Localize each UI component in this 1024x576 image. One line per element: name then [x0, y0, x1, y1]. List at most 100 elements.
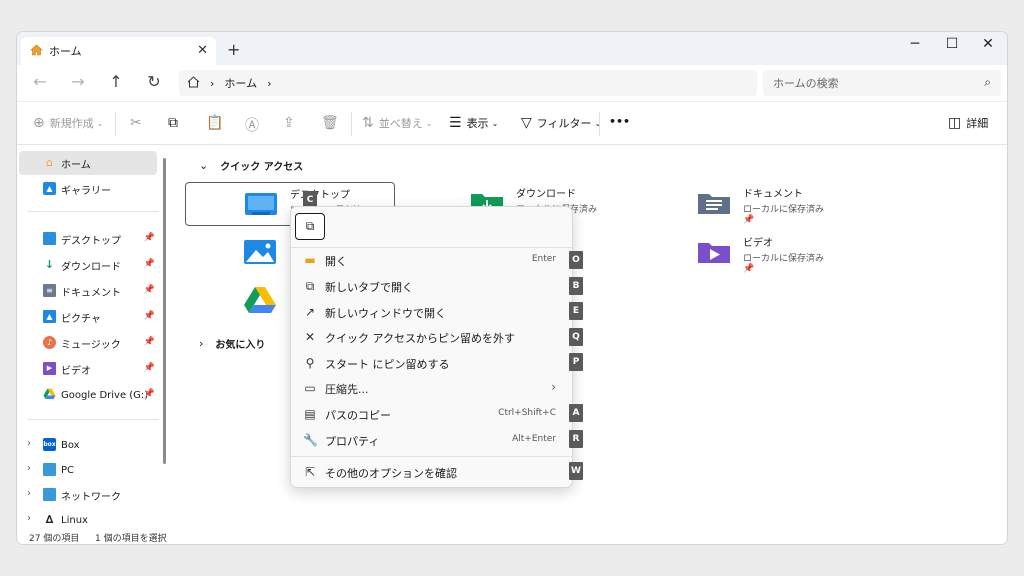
- pc-icon: [43, 463, 56, 476]
- menu-item-unpin-quick-access[interactable]: ✕ クイック アクセスからピン留めを外す: [295, 325, 568, 349]
- sidebar-item-downloads[interactable]: ↓ ダウンロード 📌: [19, 253, 157, 277]
- filter-button[interactable]: ▽ フィルター ⌄: [521, 115, 601, 131]
- chevron-right-icon: ›: [27, 438, 31, 449]
- pin-icon: 📌: [143, 311, 155, 321]
- sidebar-item-gallery[interactable]: ▲ ギャラリー: [19, 177, 157, 201]
- forward-button[interactable]: →: [67, 72, 89, 91]
- toolbar-divider: [351, 112, 352, 136]
- breadcrumb-chevron[interactable]: ›: [267, 77, 271, 90]
- view-label: 表示: [466, 117, 489, 130]
- menu-item-open[interactable]: ▬ 開く Enter: [295, 248, 568, 272]
- keytip-properties: R: [569, 430, 583, 448]
- new-window-icon: ↗: [304, 305, 316, 319]
- new-button[interactable]: ⊕ 新規作成 ⌄: [33, 115, 103, 131]
- sidebar-item-label: Box: [61, 439, 80, 451]
- sidebar-item-pictures[interactable]: ▲ ピクチャ 📌: [19, 305, 157, 329]
- pin-icon: 📌: [143, 389, 155, 399]
- download-icon: ↓: [44, 258, 55, 271]
- context-menu: ⧉ ▬ 開く Enter ⧉ 新しいタブで開く ↗ 新しいウィンドウで開く ✕ …: [290, 206, 573, 488]
- filter-label: フィルター: [536, 117, 592, 130]
- copy-button[interactable]: ⧉: [168, 115, 183, 131]
- quick-access-header[interactable]: ⌄ クイック アクセス: [199, 158, 303, 173]
- sort-icon: ⇅: [362, 115, 374, 131]
- menu-item-open-new-window[interactable]: ↗ 新しいウィンドウで開く: [295, 300, 568, 324]
- new-tab-button[interactable]: +: [227, 40, 240, 59]
- menu-item-open-new-tab[interactable]: ⧉ 新しいタブで開く: [295, 274, 568, 298]
- details-pane-icon: ◫: [948, 115, 962, 131]
- status-bar: 27 個の項目 1 個の項目を選択: [17, 529, 1007, 544]
- chevron-right-icon: ›: [551, 380, 556, 394]
- menu-item-properties[interactable]: 🔧 プロパティ Alt+Enter: [295, 428, 568, 452]
- close-button[interactable]: ✕: [973, 36, 1003, 52]
- new-label: 新規作成: [49, 117, 94, 130]
- plus-circle-icon: ⊕: [33, 115, 45, 131]
- sidebar-item-label: Linux: [61, 514, 88, 526]
- breadcrumb-separator[interactable]: ›: [210, 77, 214, 90]
- quick-access-videos[interactable]: ビデオ ローカルに保存済み 📌: [639, 231, 849, 275]
- delete-button[interactable]: 🗑: [321, 115, 344, 131]
- breadcrumb-home[interactable]: ホーム: [224, 75, 257, 91]
- maximize-button[interactable]: ☐: [937, 36, 967, 52]
- cut-button[interactable]: ✂: [130, 115, 147, 131]
- sidebar-item-desktop[interactable]: デスクトップ 📌: [19, 227, 157, 251]
- more-options-icon: ⇱: [304, 465, 316, 479]
- properties-icon: 🔧: [303, 433, 318, 447]
- menu-item-label: プロパティ: [325, 435, 380, 448]
- menu-item-label: その他のオプションを確認: [325, 467, 457, 480]
- keytip-copy-path: A: [569, 404, 583, 422]
- up-button[interactable]: ↑: [105, 72, 127, 91]
- network-icon: [43, 488, 56, 501]
- sidebar-scrollbar[interactable]: [163, 158, 166, 464]
- tab-home[interactable]: ホーム ✕: [21, 37, 216, 65]
- paste-button[interactable]: 📋: [206, 115, 228, 131]
- sidebar-item-google-drive[interactable]: Google Drive (G:) 📌: [19, 383, 157, 407]
- rename-button[interactable]: Ⓐ: [245, 115, 264, 135]
- menu-item-more-options[interactable]: ⇱ その他のオプションを確認: [295, 460, 568, 484]
- keytip-unpin: Q: [569, 328, 583, 346]
- filter-icon: ▽: [521, 115, 532, 131]
- sidebar-item-label: ギャラリー: [61, 185, 111, 197]
- menu-item-label: 新しいウィンドウで開く: [325, 307, 446, 320]
- sidebar-item-music[interactable]: ♪ ミュージック 📌: [19, 331, 157, 355]
- sidebar-item-pc[interactable]: › PC: [19, 458, 157, 482]
- pin-icon: 📌: [143, 337, 155, 347]
- refresh-button[interactable]: ↻: [143, 72, 165, 91]
- keytip-more-options: W: [569, 462, 583, 480]
- favorites-header[interactable]: › お気に入り: [199, 336, 265, 351]
- chevron-right-icon: ›: [27, 463, 31, 474]
- sidebar-item-label: Google Drive (G:): [61, 389, 149, 401]
- sort-label: 並べ替え: [378, 117, 423, 130]
- scissors-icon: ✂: [130, 115, 142, 131]
- copy-button[interactable]: ⧉: [295, 213, 325, 240]
- menu-item-pin-start[interactable]: ⚲ スタート にピン留めする: [295, 351, 568, 375]
- sidebar-item-documents[interactable]: ≡ ドキュメント 📌: [19, 279, 157, 303]
- search-input[interactable]: ホームの検索 ⌕: [763, 70, 1001, 96]
- sidebar-item-label: デスクトップ: [61, 235, 121, 247]
- view-button[interactable]: ☰ 表示 ⌄: [449, 115, 498, 131]
- menu-item-label: スタート にピン留めする: [325, 358, 450, 371]
- sidebar-item-videos[interactable]: ▶ ビデオ 📌: [19, 357, 157, 381]
- back-button[interactable]: ←: [29, 72, 51, 91]
- sort-button[interactable]: ⇅ 並べ替え ⌄: [362, 115, 432, 131]
- details-button[interactable]: ◫ 詳細: [948, 115, 988, 131]
- sidebar-item-home[interactable]: ⌂ ホーム: [19, 151, 157, 175]
- sidebar-item-label: ビデオ: [61, 365, 91, 377]
- sidebar-item-network[interactable]: › ネットワーク: [19, 483, 157, 507]
- more-options-button[interactable]: •••: [609, 115, 630, 128]
- music-icon: ♪: [43, 336, 56, 349]
- address-bar[interactable]: › ホーム ›: [179, 70, 757, 96]
- sidebar-item-label: ダウンロード: [61, 261, 121, 273]
- menu-item-compress[interactable]: ▭ 圧縮先... ›: [295, 376, 568, 400]
- minimize-button[interactable]: ─: [900, 36, 930, 52]
- share-button[interactable]: ⇪: [283, 115, 300, 131]
- sidebar-item-label: ホーム: [61, 159, 91, 171]
- command-bar: ⊕ 新規作成 ⌄ ✂ ⧉ 📋 Ⓐ ⇪ 🗑 ⇅ 並べ替え ⌄ ☰ 表示 ⌄ ▽ フ…: [17, 101, 1007, 145]
- item-count: 27 個の項目: [29, 534, 80, 544]
- toolbar-divider: [599, 112, 600, 136]
- quick-access-documents[interactable]: ドキュメント ローカルに保存済み 📌: [639, 182, 849, 226]
- sidebar-item-box[interactable]: › box Box: [19, 433, 157, 457]
- item-status: ローカルに保存済み: [743, 205, 825, 215]
- copy-icon: ⧉: [168, 115, 178, 131]
- menu-item-copy-path[interactable]: ▤ パスのコピー Ctrl+Shift+C: [295, 402, 568, 426]
- tab-close-icon[interactable]: ✕: [197, 43, 208, 58]
